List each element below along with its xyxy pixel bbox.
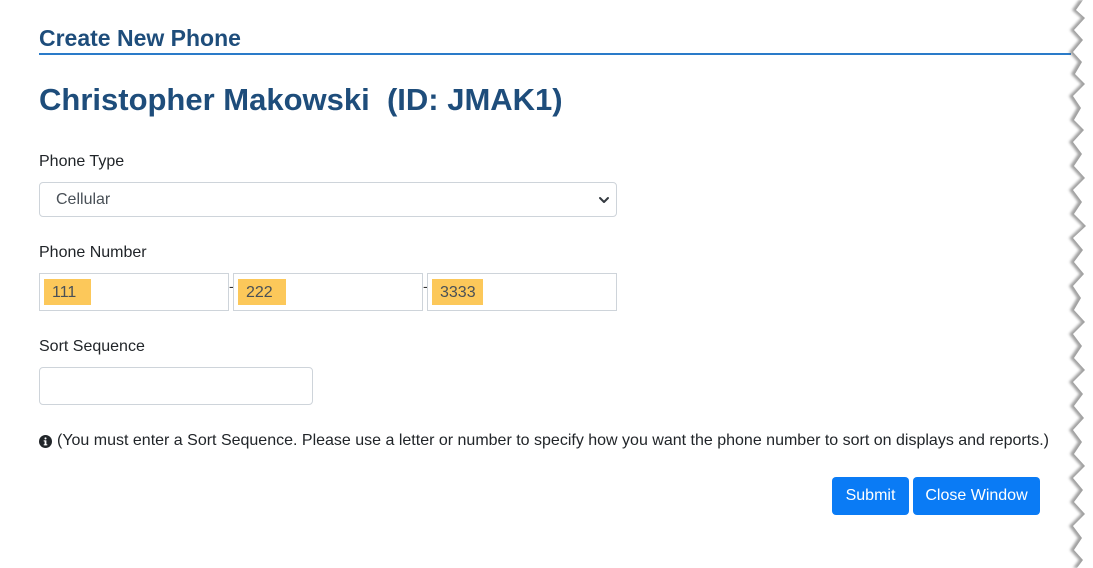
phone-type-label: Phone Type [39,153,125,170]
area-code-input[interactable]: 111 [39,273,229,311]
sort-sequence-hint: (You must enter a Sort Sequence. Please … [39,431,1049,451]
info-circle-icon [39,434,52,448]
close-window-button[interactable]: Close Window [913,477,1040,515]
phone-number-label: Phone Number [39,244,147,261]
prefix-value: 222 [246,284,273,301]
sort-sequence-label: Sort Sequence [39,338,145,355]
chevron-down-icon [599,197,609,203]
hint-text: (You must enter a Sort Sequence. Please … [57,432,1049,449]
line-number-value: 3333 [440,284,476,301]
header-divider [39,53,1071,55]
create-phone-page: Create New Phone Christopher Makowski (I… [0,0,1093,568]
torn-edge-decoration [1069,0,1093,568]
prefix-input[interactable]: 222 [233,273,423,311]
phone-type-value: Cellular [56,191,111,208]
area-code-value: 111 [52,284,77,301]
line-number-input[interactable]: 3333 [427,273,617,311]
submit-button[interactable]: Submit [832,477,909,515]
phone-type-select[interactable]: Cellular [39,182,617,217]
sort-sequence-input[interactable] [39,367,313,405]
person-heading: Christopher Makowski (ID: JMAK1) [39,82,563,117]
page-title: Create New Phone [39,25,241,51]
